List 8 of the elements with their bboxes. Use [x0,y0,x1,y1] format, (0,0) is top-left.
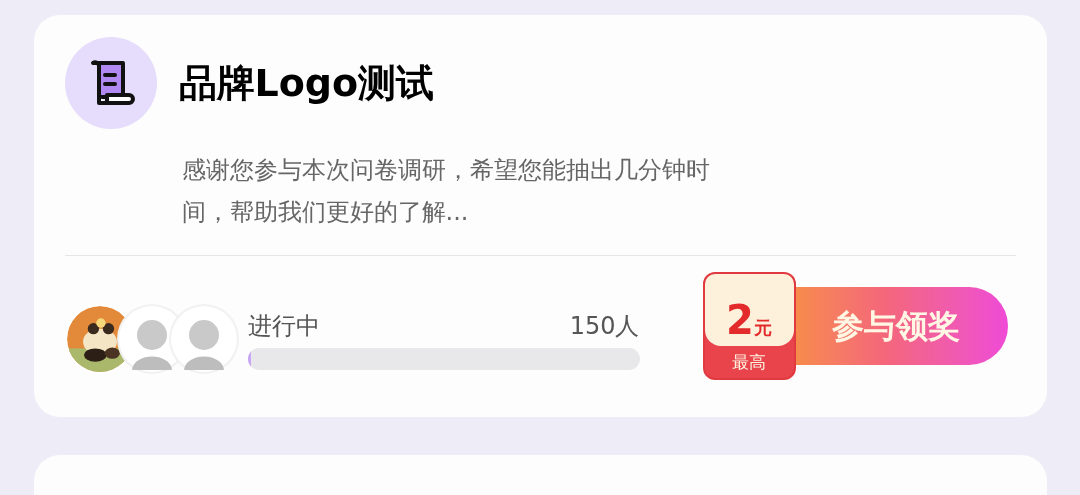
survey-description: 感谢您参与本次问卷调研，希望您能抽出几分钟时间，帮助我们更好的了解... [181,155,711,228]
reward-unit: 元 [753,319,772,337]
status-label: 进行中 [247,311,320,342]
reward-amount: 2 [726,300,754,340]
avatar-icon [168,304,239,374]
participant-count: 150人 [569,311,640,342]
reward-caption: 最高 [732,351,766,374]
survey-title: 品牌Logo测试 [178,64,435,102]
